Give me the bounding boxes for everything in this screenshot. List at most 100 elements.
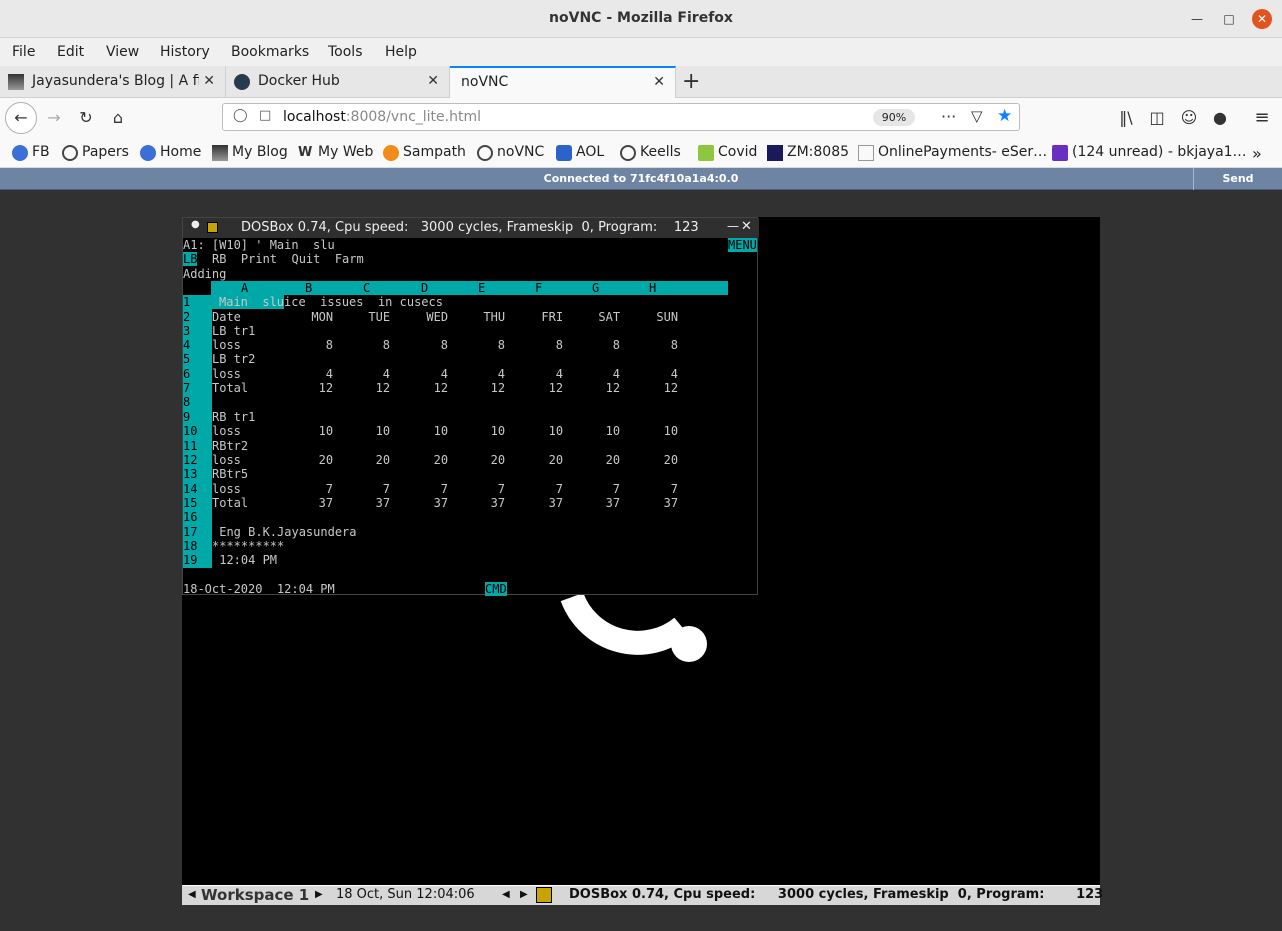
- close-window-icon[interactable]: ✕: [1252, 9, 1272, 29]
- minimize-icon[interactable]: —: [1188, 10, 1206, 28]
- taskbar-app-title[interactable]: DOSBox 0.74, Cpu speed: 3000 cycles, Fra…: [569, 887, 1103, 902]
- value-cell: 4: [382, 366, 391, 381]
- bookmark-papers[interactable]: Papers: [62, 144, 129, 161]
- bookmarks-toolbar: FB Papers Home My Blog W My Web Sampath n…: [0, 138, 1282, 168]
- tab-label: Jayasundera's Blog | A fir: [32, 73, 208, 89]
- reload-icon[interactable]: ↻: [72, 104, 100, 132]
- row-number: 5: [183, 352, 191, 367]
- bookmark-sampath[interactable]: Sampath: [383, 144, 466, 161]
- new-tab-icon[interactable]: +: [682, 69, 700, 95]
- dosbox-task-icon: [536, 887, 552, 903]
- back-arrow-icon[interactable]: ←: [5, 102, 37, 134]
- bookmark-fb[interactable]: FB: [12, 144, 50, 161]
- shield-icon[interactable]: ◯: [233, 108, 248, 123]
- tab-novnc[interactable]: noVNC ✕: [450, 66, 676, 98]
- facebook-icon: [12, 145, 28, 161]
- menu-commands[interactable]: RB Print Quit Farm: [212, 252, 364, 266]
- dosbox-window[interactable]: ● DOSBox 0.74, Cpu speed: 3000 cycles, F…: [182, 217, 759, 596]
- bookmark-keells[interactable]: Keells: [620, 144, 681, 161]
- window-title: noVNC - Mozilla Firefox: [549, 10, 733, 26]
- pocket-icon[interactable]: ▽: [971, 107, 983, 125]
- bookmark-covid[interactable]: Covid: [698, 144, 757, 161]
- value-cell: 10: [605, 424, 621, 439]
- tab-blog[interactable]: Jayasundera's Blog | A fir ✕: [0, 66, 226, 98]
- column-letter: B: [305, 281, 313, 295]
- account-icon[interactable]: ☺: [1175, 104, 1203, 132]
- bookmark-novnc[interactable]: noVNC: [477, 144, 544, 161]
- bookmark-home[interactable]: Home: [140, 144, 201, 161]
- prev-workspace-icon[interactable]: ◀: [188, 889, 196, 900]
- page-actions-icon[interactable]: ···: [941, 107, 956, 126]
- close-tab-icon[interactable]: ✕: [199, 66, 215, 97]
- close-tab-icon[interactable]: ✕: [653, 68, 665, 97]
- row-label: LB tr1: [212, 323, 256, 338]
- close-icon[interactable]: ✕: [741, 219, 752, 234]
- menu-view[interactable]: View: [106, 44, 139, 60]
- globe-icon: [620, 145, 636, 161]
- sidebar-icon[interactable]: ◫: [1143, 104, 1171, 132]
- value-cell: 4: [325, 366, 334, 381]
- row-label: loss: [212, 481, 241, 496]
- menu-bookmarks[interactable]: Bookmarks: [231, 44, 309, 60]
- extension-icon[interactable]: ●: [1206, 104, 1234, 132]
- home-icon[interactable]: ⌂: [104, 104, 132, 132]
- column-letter: E: [478, 281, 486, 295]
- forward-arrow-icon[interactable]: →: [40, 104, 68, 132]
- workspace-label[interactable]: Workspace 1: [201, 886, 309, 904]
- value-cell: 10: [375, 424, 391, 439]
- close-tab-icon[interactable]: ✕: [427, 66, 439, 97]
- header-cell: THU: [483, 310, 506, 324]
- next-task-icon[interactable]: ▶: [520, 889, 528, 900]
- menu-file[interactable]: File: [12, 44, 35, 60]
- prev-task-icon[interactable]: ◀: [502, 889, 510, 900]
- menu-command-lb[interactable]: LB: [183, 252, 198, 266]
- row-number: 17: [183, 524, 198, 539]
- lotus-123-screen[interactable]: A1: [W10] ' Main slu MENU LB RB Print Qu…: [183, 238, 759, 596]
- url-text[interactable]: localhost:8008/vnc_lite.html: [283, 109, 481, 125]
- row-label: RB tr1: [212, 409, 256, 424]
- bookmark-mail[interactable]: (124 unread) - bkjaya1…: [1052, 144, 1247, 161]
- value-cell: 7: [440, 481, 449, 496]
- bookmark-onlinepayments[interactable]: OnlinePayments- eSer…: [858, 144, 1047, 161]
- value-cell: 37: [433, 495, 449, 510]
- value-cell: 4: [555, 366, 564, 381]
- bookmark-my-web[interactable]: W My Web: [298, 144, 373, 160]
- desktop-taskbar: ◀ Workspace 1 ▶ 18 Oct, Sun 12:04:06 ◀ ▶…: [182, 885, 1103, 905]
- more-bookmarks-icon[interactable]: »: [1252, 144, 1262, 163]
- bookmark-my-blog[interactable]: My Blog: [212, 144, 288, 161]
- row-label: loss: [212, 424, 241, 439]
- value-cell: 20: [318, 452, 334, 467]
- row-number: 18: [183, 538, 198, 553]
- send-ctrl-alt-del-button[interactable]: Send CtrlAltDel: [1193, 168, 1282, 207]
- header-cell: Date: [212, 310, 241, 324]
- value-cell: 37: [548, 495, 564, 510]
- value-cell: 7: [497, 481, 506, 496]
- hamburger-menu-icon[interactable]: ≡: [1248, 104, 1276, 132]
- next-workspace-icon[interactable]: ▶: [315, 889, 323, 900]
- window-menu-icon[interactable]: ●: [191, 219, 200, 230]
- row-number: 9: [183, 409, 191, 424]
- bookmark-zm[interactable]: ZM:8085: [767, 144, 849, 161]
- minimize-icon[interactable]: —: [727, 219, 739, 233]
- value-cell: 12: [490, 381, 506, 396]
- row-number: 4: [183, 338, 191, 353]
- row-number: 11: [183, 438, 198, 453]
- menu-history[interactable]: History: [160, 44, 210, 60]
- menu-edit[interactable]: Edit: [57, 44, 84, 60]
- page-info-icon[interactable]: □: [259, 108, 271, 123]
- maximize-icon[interactable]: □: [1220, 10, 1238, 28]
- zoom-level-badge[interactable]: 90%: [873, 109, 915, 126]
- tab-label: noVNC: [461, 74, 509, 90]
- menu-tools[interactable]: Tools: [328, 44, 363, 60]
- taskbar-clock: 18 Oct, Sun 12:04:06: [336, 887, 475, 902]
- value-cell: 12: [548, 381, 564, 396]
- menu-help[interactable]: Help: [385, 44, 417, 60]
- tab-docker-hub[interactable]: Docker Hub ✕: [226, 66, 450, 98]
- library-icon[interactable]: ‖\: [1112, 104, 1140, 132]
- bookmark-aol[interactable]: AOL: [556, 144, 604, 161]
- address-bar[interactable]: ◯ □ localhost:8008/vnc_lite.html 90% ···…: [222, 103, 1020, 131]
- value-cell: 20: [548, 452, 564, 467]
- bookmark-star-icon[interactable]: ★: [997, 106, 1012, 126]
- mode-line: Adding: [183, 267, 227, 281]
- row-number: 6: [183, 366, 191, 381]
